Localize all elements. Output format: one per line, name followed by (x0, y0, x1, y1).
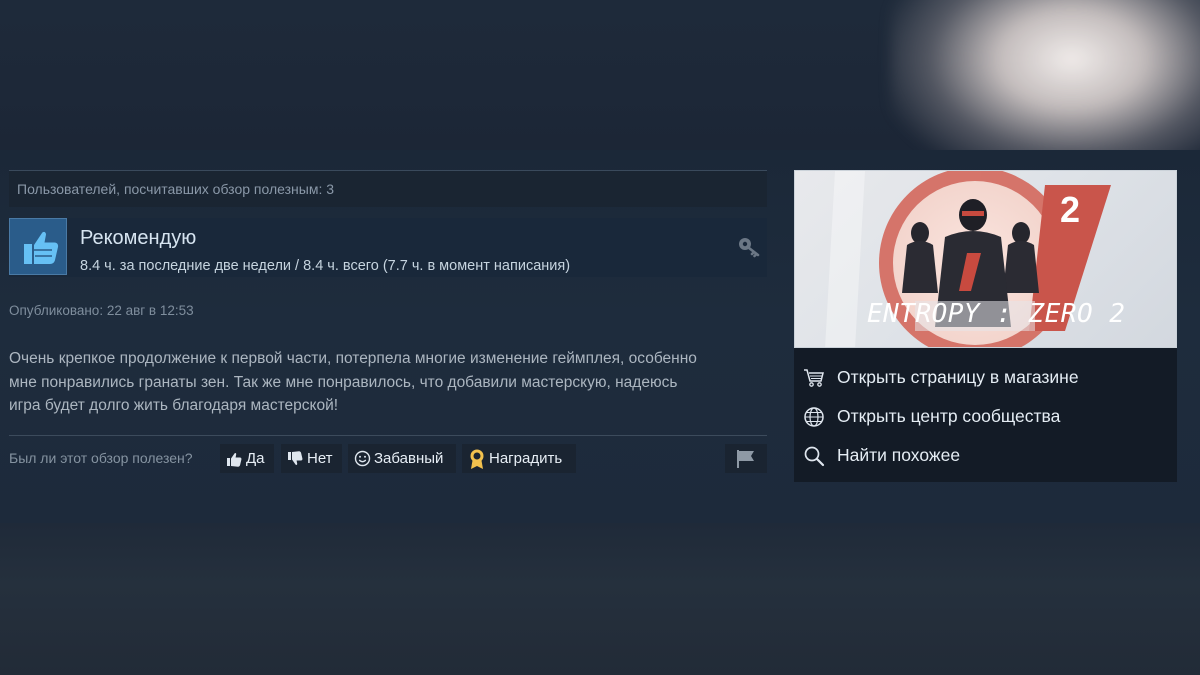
vote-yes-button[interactable]: Да (220, 444, 274, 473)
community-hub-link[interactable]: Открыть центр сообщества (794, 397, 1177, 436)
find-similar-link[interactable]: Найти похожее (794, 436, 1177, 475)
vote-no-button[interactable]: Нет (281, 444, 342, 473)
review-line: Очень крепкое продолжение к первой части… (9, 350, 697, 367)
helpful-count-text: Пользователей, посчитавших обзор полезны… (17, 181, 335, 197)
recommendation-box: Рекомендую 8.4 ч. за последние две недел… (9, 218, 767, 277)
capsule-number: 2 (1060, 189, 1081, 230)
recommendation-title: Рекомендую (80, 227, 197, 249)
smiley-icon (354, 450, 371, 467)
thumbs-down-icon (288, 450, 303, 465)
search-icon (804, 446, 825, 466)
vote-funny-button[interactable]: Забавный (348, 444, 456, 473)
flag-icon (737, 449, 754, 468)
helpful-question: Был ли этот обзор полезен? (9, 450, 193, 466)
thumbs-up-icon (227, 452, 242, 467)
vote-funny-label: Забавный (374, 450, 444, 467)
thumbs-up-icon (24, 231, 59, 264)
cart-icon (804, 368, 824, 387)
award-label: Наградить (489, 450, 563, 467)
vote-no-label: Нет (307, 450, 333, 467)
community-hub-label: Открыть центр сообщества (837, 406, 1061, 426)
posted-date: Опубликовано: 22 авг в 12:53 (9, 303, 194, 318)
award-button[interactable]: Наградить (462, 444, 576, 473)
review-line: игра будет долго жить благодаря мастерск… (9, 397, 339, 414)
game-capsule-image[interactable]: 2 ENTROPY : ZERO 2 (794, 170, 1177, 348)
helpful-count-bar: Пользователей, посчитавших обзор полезны… (9, 170, 767, 207)
game-panel: 2 ENTROPY : ZERO 2 Открыть страницу в ма… (794, 170, 1177, 482)
store-page-link[interactable]: Открыть страницу в магазине (794, 358, 1177, 397)
vote-yes-label: Да (246, 450, 265, 467)
capsule-title: ENTROPY : ZERO 2 (867, 299, 1126, 329)
globe-icon (804, 406, 824, 427)
key-icon (739, 238, 760, 258)
review-line: мне понравились гранаты зен. Так же мне … (9, 373, 678, 391)
thumbs-up-tile[interactable] (9, 218, 67, 275)
award-icon (470, 449, 484, 469)
report-flag-button[interactable] (725, 444, 767, 473)
find-similar-label: Найти похожее (837, 445, 961, 465)
divider (9, 435, 767, 436)
review-body: Очень крепкое продолжение к первой части… (9, 347, 769, 418)
footer-background (0, 523, 1200, 675)
playtime-text: 8.4 ч. за последние две недели / 8.4 ч. … (80, 258, 571, 274)
store-page-label: Открыть страницу в магазине (837, 367, 1079, 387)
